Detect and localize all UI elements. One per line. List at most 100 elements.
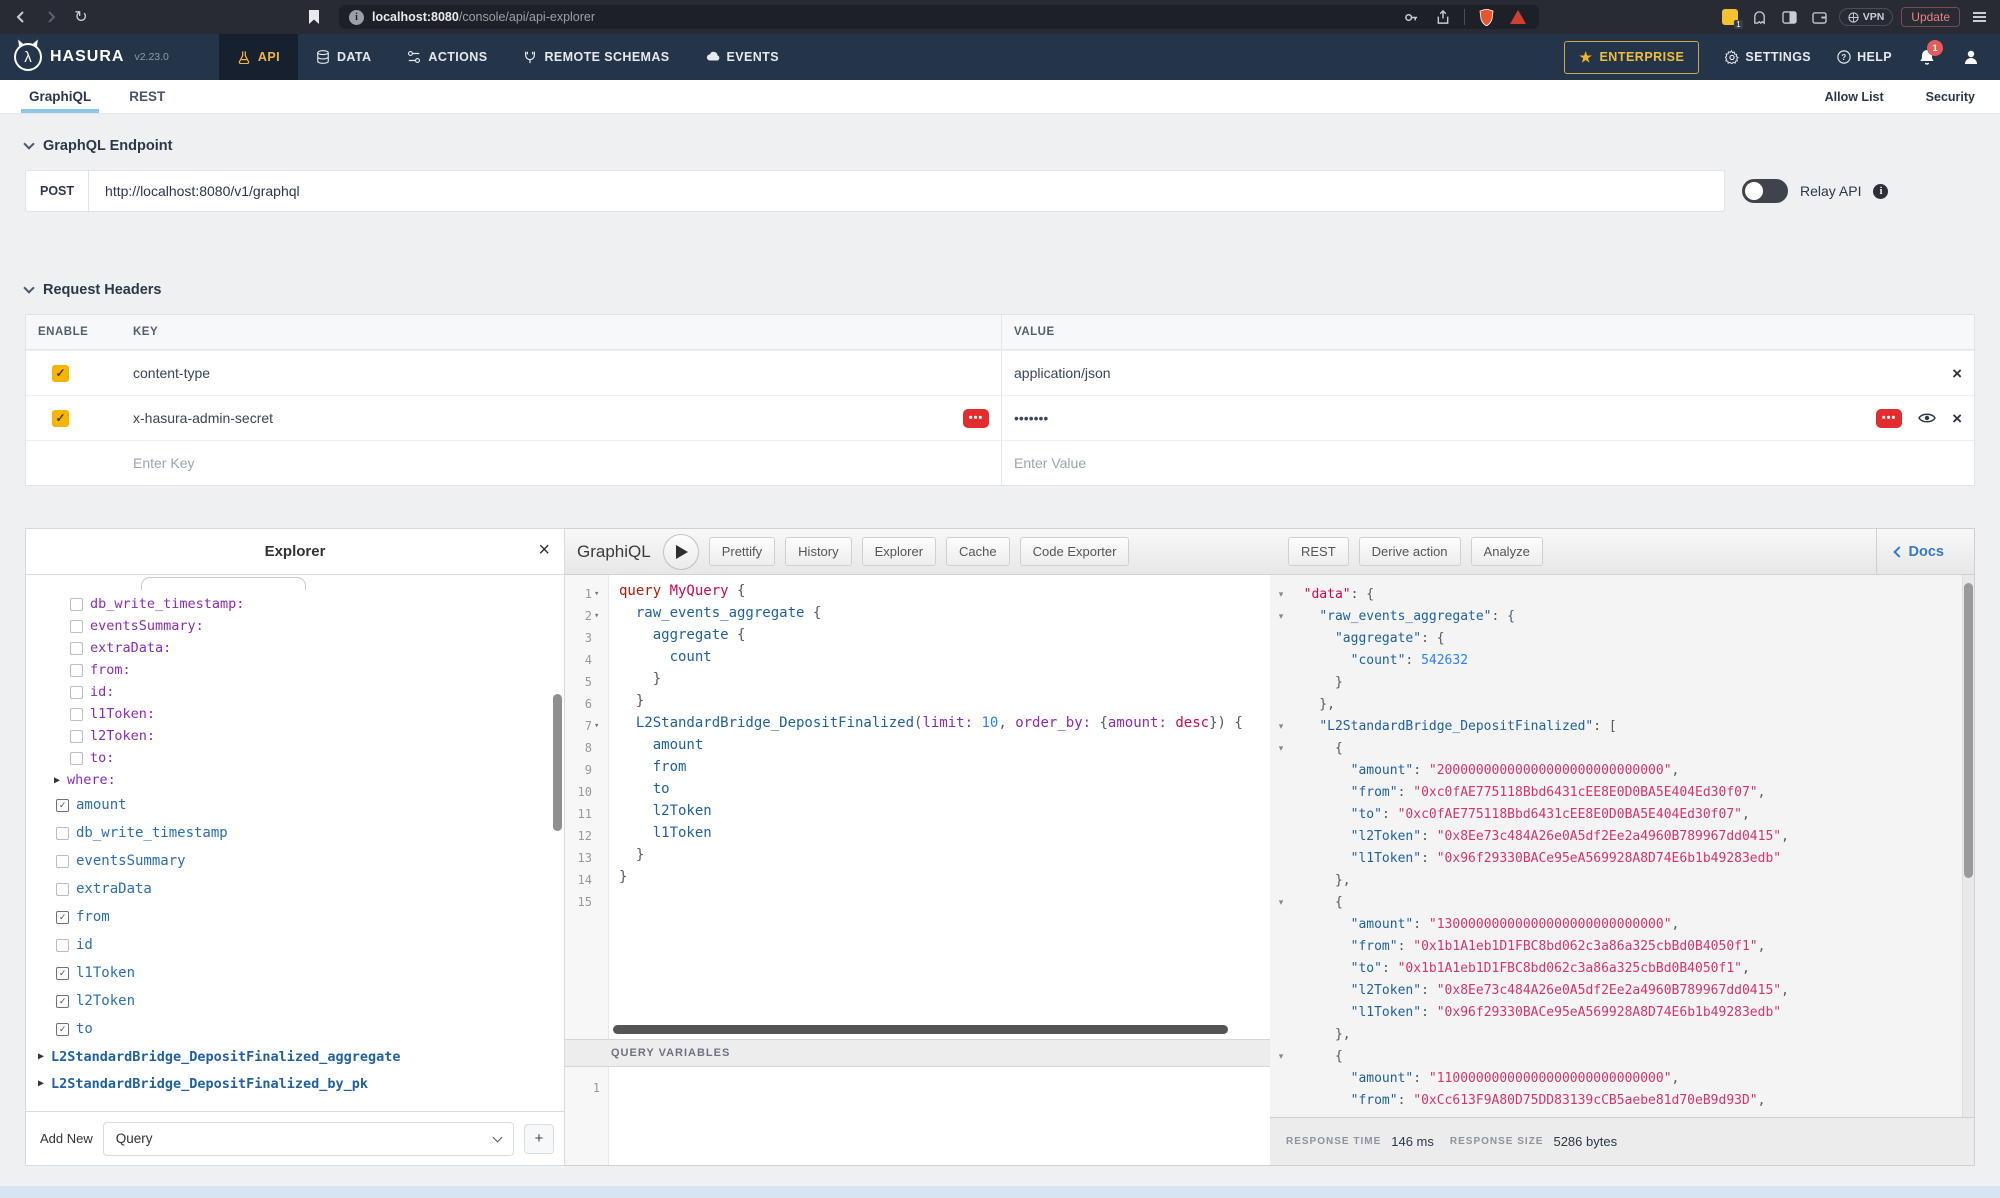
docs-button[interactable]: Docs: [1876, 529, 1962, 574]
checkbox[interactable]: [70, 598, 83, 611]
toolbar-button-derive-action[interactable]: Derive action: [1359, 537, 1461, 566]
toolbar-button-code-exporter[interactable]: Code Exporter: [1020, 537, 1130, 566]
explorer-arg-item[interactable]: to:: [26, 747, 564, 769]
checkbox[interactable]: ✓: [56, 799, 69, 812]
enable-checkbox[interactable]: ✓: [52, 365, 69, 382]
checkbox[interactable]: [70, 620, 83, 633]
checkbox[interactable]: [70, 642, 83, 655]
share-icon[interactable]: [1432, 6, 1454, 28]
checkbox[interactable]: ✓: [56, 995, 69, 1008]
scrollbar-track[interactable]: [1962, 575, 1974, 1117]
wallet-extension-icon[interactable]: [1809, 6, 1831, 28]
checkbox[interactable]: [56, 883, 69, 896]
explorer-arg-item[interactable]: l1Token:: [26, 703, 564, 725]
graphql-endpoint-section[interactable]: GraphQL Endpoint: [25, 138, 172, 154]
checkbox[interactable]: [70, 730, 83, 743]
explorer-field-item[interactable]: id: [26, 931, 564, 959]
help-button[interactable]: ? HELP: [1837, 50, 1892, 64]
secret-autofill-icon[interactable]: •••: [963, 409, 989, 428]
new-value-input[interactable]: Enter Value: [1001, 441, 1974, 485]
explorer-node-item[interactable]: ▶L2StandardBridge_DepositFinalized_aggre…: [26, 1043, 564, 1070]
checkbox[interactable]: [56, 939, 69, 952]
query-variables-editor[interactable]: 1: [565, 1067, 1270, 1165]
checkbox[interactable]: [70, 686, 83, 699]
explorer-field-item[interactable]: ✓from: [26, 903, 564, 931]
forward-icon[interactable]: [40, 6, 62, 28]
explorer-where-item[interactable]: ▶ where:: [26, 769, 564, 791]
header-value-input[interactable]: application/json: [1014, 365, 1111, 381]
explorer-arg-item[interactable]: db_write_timestamp:: [26, 593, 564, 615]
explorer-arg-item[interactable]: from:: [26, 659, 564, 681]
explorer-field-item[interactable]: ✓l2Token: [26, 987, 564, 1015]
checkbox[interactable]: ✓: [56, 911, 69, 924]
header-key-input[interactable]: x-hasura-admin-secret: [133, 410, 273, 426]
add-new-select[interactable]: Query: [103, 1122, 514, 1156]
allow-list-link[interactable]: Allow List: [1825, 90, 1884, 104]
remove-header-icon[interactable]: ×: [1952, 410, 1962, 427]
info-icon[interactable]: i: [1873, 184, 1888, 199]
remove-header-icon[interactable]: ×: [1952, 365, 1962, 382]
close-icon[interactable]: ×: [538, 539, 550, 562]
header-key-input[interactable]: content-type: [121, 351, 1001, 395]
toolbar-button-rest[interactable]: REST: [1288, 537, 1349, 566]
explorer-arg-item[interactable]: l2Token:: [26, 725, 564, 747]
sidebar-extension-icon[interactable]: [1779, 6, 1801, 28]
toolbar-button-history[interactable]: History: [785, 537, 851, 566]
back-icon[interactable]: [10, 6, 32, 28]
endpoint-url-input[interactable]: http://localhost:8080/v1/graphql: [89, 171, 316, 211]
reload-icon[interactable]: ↻: [70, 6, 92, 28]
request-headers-section[interactable]: Request Headers: [25, 282, 161, 298]
tab-rest[interactable]: REST: [125, 80, 169, 113]
checkbox[interactable]: [56, 855, 69, 868]
enterprise-button[interactable]: ★ENTERPRISE: [1564, 41, 1699, 74]
new-key-input[interactable]: Enter Key: [121, 441, 1001, 485]
checkbox[interactable]: [70, 664, 83, 677]
explorer-field-item[interactable]: extraData: [26, 875, 564, 903]
enable-checkbox[interactable]: ✓: [52, 410, 69, 427]
response-viewer[interactable]: ▾ "data": {▾ "raw_events_aggregate": { "…: [1270, 575, 1974, 1117]
checkbox[interactable]: [70, 708, 83, 721]
explorer-arg-item[interactable]: id:: [26, 681, 564, 703]
explorer-field-item[interactable]: eventsSummary: [26, 847, 564, 875]
toolbar-button-cache[interactable]: Cache: [946, 537, 1010, 566]
nav-item-api[interactable]: API: [219, 34, 298, 80]
checkbox[interactable]: [56, 827, 69, 840]
relay-toggle[interactable]: [1742, 179, 1788, 203]
secret-autofill-icon[interactable]: •••: [1876, 409, 1902, 428]
explorer-field-item[interactable]: ✓amount: [26, 791, 564, 819]
menu-icon[interactable]: [1968, 6, 1990, 28]
hasura-logo[interactable]: λ HASURA v2.23.0: [0, 34, 179, 80]
checkbox[interactable]: [70, 752, 83, 765]
header-value-input[interactable]: •••••••: [1014, 410, 1048, 426]
toolbar-button-prettify[interactable]: Prettify: [709, 537, 775, 566]
execute-query-button[interactable]: [663, 534, 699, 570]
toolbar-button-analyze[interactable]: Analyze: [1471, 537, 1543, 566]
explorer-field-item[interactable]: ✓l1Token: [26, 959, 564, 987]
warning-triangle-icon[interactable]: [1507, 6, 1529, 28]
toolbar-button-explorer[interactable]: Explorer: [862, 537, 936, 566]
scrollbar-thumb[interactable]: [553, 694, 562, 831]
vpn-button[interactable]: VPN: [1839, 8, 1894, 26]
address-bar[interactable]: i localhost:8080/console/api/api-explore…: [339, 5, 1539, 29]
add-query-button[interactable]: +: [524, 1124, 554, 1154]
reveal-eye-icon[interactable]: [1918, 412, 1936, 424]
explorer-field-item[interactable]: db_write_timestamp: [26, 819, 564, 847]
profile-button[interactable]: [1962, 48, 1980, 66]
key-icon[interactable]: [1400, 6, 1422, 28]
explorer-arg-item[interactable]: eventsSummary:: [26, 615, 564, 637]
nav-item-actions[interactable]: ACTIONS: [389, 34, 505, 80]
security-link[interactable]: Security: [1926, 90, 1975, 104]
query-editor[interactable]: 1▾2▾34567▾89101112131415 query MyQuery {…: [565, 575, 1270, 1039]
bookmark-icon[interactable]: [303, 6, 325, 28]
notifications-button[interactable]: 1: [1918, 48, 1936, 67]
notes-extension-icon[interactable]: 1: [1719, 6, 1741, 28]
nav-item-events[interactable]: EVENTS: [688, 34, 797, 80]
settings-button[interactable]: SETTINGS: [1725, 50, 1811, 64]
explorer-field-item[interactable]: ✓to: [26, 1015, 564, 1043]
horizontal-scrollbar[interactable]: [613, 1025, 1228, 1034]
nav-item-remote-schemas[interactable]: REMOTE SCHEMAS: [505, 34, 687, 80]
ghost-extension-icon[interactable]: [1749, 6, 1771, 28]
query-variables-header[interactable]: QUERY VARIABLES: [565, 1039, 1270, 1067]
scrollbar-thumb[interactable]: [1964, 583, 1973, 878]
update-button[interactable]: Update: [1901, 7, 1960, 27]
